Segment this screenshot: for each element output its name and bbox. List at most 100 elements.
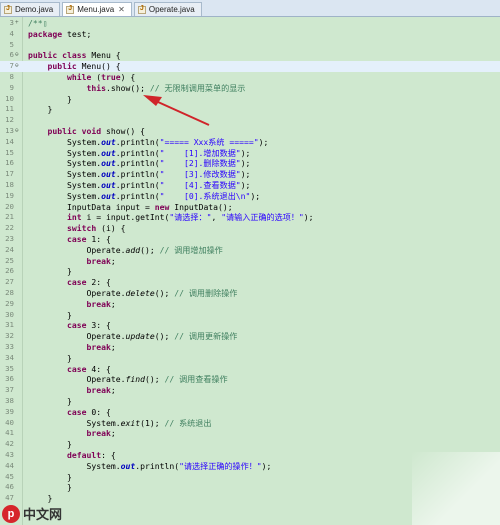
code-line[interactable]: 14 System.out.println("===== Xxx系统 =====… [0, 137, 500, 148]
line-number: 5 [9, 39, 14, 49]
code-text: InputData input = new InputData(); [28, 202, 233, 213]
code-line[interactable]: 20 InputData input = new InputData(); [0, 202, 500, 213]
code-text: } [28, 439, 72, 450]
code-line[interactable]: 25 break; [0, 256, 500, 267]
code-token: } [28, 439, 72, 450]
code-text: System.out.println("请选择正确的操作！"); [28, 461, 271, 472]
code-line[interactable]: 8 while (true) { [0, 72, 500, 83]
code-token: /** [28, 18, 43, 28]
code-token: break [86, 385, 111, 396]
code-line[interactable]: 18 System.out.println(" [4].查看数据"); [0, 180, 500, 191]
code-token: Menu { [86, 50, 121, 61]
code-text: System.exit(1); // 系统退出 [28, 418, 211, 429]
code-line[interactable]: 13 ⊖ public void show() { [0, 126, 500, 137]
code-text: case 4: { [28, 364, 111, 375]
code-line[interactable]: 34 } [0, 353, 500, 364]
code-token: 2: { [86, 277, 111, 288]
line-number: 17 [5, 169, 14, 179]
line-number: 34 [5, 352, 14, 362]
code-token: ( [91, 72, 102, 82]
code-line[interactable]: 12 [0, 115, 500, 126]
code-token: System. [28, 147, 102, 158]
code-line[interactable]: 31 case 3: { [0, 320, 500, 331]
code-line[interactable]: 6 ⊖ public class Menu { [0, 50, 500, 61]
fold-toggle-icon[interactable]: + [15, 18, 21, 29]
code-editor[interactable]: 3 + /**▯ 4 package test; 5 6 ⊖ public class Menu… [0, 17, 500, 525]
code-line[interactable]: 5 [0, 40, 500, 51]
code-line[interactable]: 9 this.show(); // 无限制调用菜单的显示 [0, 83, 500, 94]
code-line[interactable]: 17 System.out.println(" [3].修改数据"); [0, 169, 500, 180]
fold-toggle-icon[interactable]: ⊖ [15, 126, 21, 137]
code-line[interactable]: 28 Operate.delete(); // 调用删除操作 [0, 288, 500, 299]
code-line[interactable]: 39 case 0: { [0, 407, 500, 418]
code-line[interactable]: 7 ⊖ public Menu() { [0, 61, 500, 72]
tab-demo-java[interactable]: Demo.java [0, 2, 61, 16]
code-line[interactable]: 40 System.exit(1); // 系统退出 [0, 418, 500, 429]
code-line[interactable]: 10 } [0, 94, 500, 105]
code-line[interactable]: 26 } [0, 266, 500, 277]
code-line[interactable]: 37 break; [0, 385, 500, 396]
code-token: (i) { [96, 223, 126, 234]
code-token: 1: { [86, 234, 111, 244]
line-number: 38 [5, 396, 14, 405]
code-token: ▯ [42, 18, 48, 28]
code-token: System. [28, 417, 121, 428]
code-line[interactable]: 41 break; [0, 428, 500, 439]
line-number: 45 [5, 471, 14, 481]
code-token: test; [62, 28, 92, 39]
code-line[interactable]: 30 } [0, 310, 500, 321]
code-text: System.out.println(" [0].系统退出\n"); [28, 191, 260, 202]
line-number: 47 [5, 493, 14, 503]
code-line[interactable]: 32 Operate.update(); // 调用更新操作 [0, 331, 500, 342]
code-line[interactable]: 16 System.out.println(" [2].删除数据"); [0, 158, 500, 169]
tab-menu-java[interactable]: Menu.java ✕ [62, 2, 132, 16]
code-token: } [28, 471, 72, 482]
code-line[interactable]: 3 + /**▯ [0, 18, 500, 29]
editor-tab-bar: Demo.java Menu.java ✕ Operate.java [0, 0, 500, 17]
code-token: update [125, 331, 155, 342]
line-number: 19 [5, 190, 14, 200]
code-text: public void show() { [28, 126, 145, 137]
code-line[interactable]: 33 break; [0, 342, 500, 353]
code-text: break; [28, 298, 116, 310]
fold-toggle-icon[interactable]: ⊖ [15, 61, 21, 72]
code-token: out [120, 460, 136, 471]
code-line[interactable]: 35 case 4: { [0, 364, 500, 375]
code-token: Operate. [28, 244, 126, 255]
code-token: switch [66, 223, 97, 234]
code-line[interactable]: 15 System.out.println(" [1].增加数据"); [0, 148, 500, 159]
code-line[interactable]: 38 } [0, 396, 500, 407]
code-token: show() { [101, 126, 145, 136]
code-token: Menu() { [76, 61, 121, 72]
code-line[interactable]: 27 case 2: { [0, 277, 500, 288]
code-line[interactable]: 29 break; [0, 299, 500, 310]
code-line[interactable]: 36 Operate.find(); // 调用查看操作 [0, 374, 500, 385]
tab-operate-java[interactable]: Operate.java [133, 2, 202, 16]
code-token: // 调用删除操作 [174, 288, 238, 298]
code-line[interactable]: 11 } [0, 104, 500, 115]
code-token: ); [258, 136, 269, 147]
fold-toggle-icon[interactable]: ⊖ [15, 50, 21, 61]
code-token: case [66, 320, 87, 331]
code-token: (); [154, 331, 175, 342]
code-line[interactable]: 4 package test; [0, 29, 500, 40]
code-line[interactable]: 24 Operate.add(); // 调用增加操作 [0, 245, 500, 256]
code-line[interactable]: 21 int i = input.getInt("请选择：", "请输入正确的选… [0, 212, 500, 223]
code-token: ; [110, 298, 116, 309]
code-token: // 调用更新操作 [174, 331, 238, 342]
line-number: 3 [9, 18, 14, 27]
code-line[interactable]: 19 System.out.println(" [0].系统退出\n"); [0, 191, 500, 202]
code-line[interactable]: 42 } [0, 439, 500, 450]
close-icon[interactable]: ✕ [118, 5, 125, 14]
code-token: public [47, 126, 77, 136]
code-token: .println( [115, 190, 160, 201]
code-line[interactable]: 22 switch (i) { [0, 223, 500, 234]
code-token: .println( [115, 136, 160, 147]
code-line[interactable]: 23 case 1: { [0, 234, 500, 245]
